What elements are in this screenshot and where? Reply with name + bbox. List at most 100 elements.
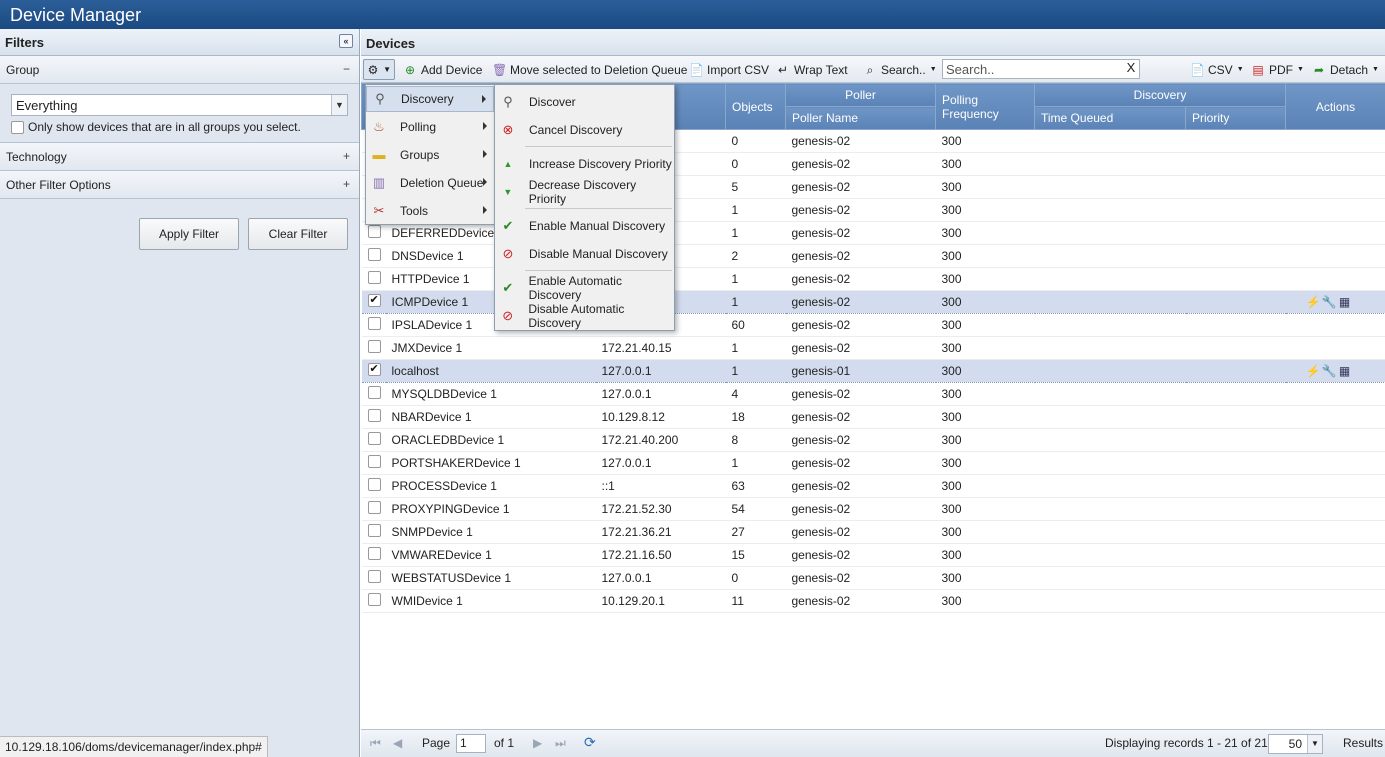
last-page-icon[interactable]: ⏭ xyxy=(555,736,566,751)
actions-cell[interactable]: ⚡ 🔧 ▦ xyxy=(1285,290,1385,314)
table-row[interactable]: SNMPDevice 1 172.21.36.21 27 genesis-02 300 xyxy=(361,520,1385,544)
page-input[interactable]: 1 xyxy=(456,734,486,753)
table-row[interactable]: PROCESSDevice 1::1 63 genesis-02 300 xyxy=(361,474,1385,498)
row-checkbox[interactable] xyxy=(361,313,386,337)
menu-item-disable-manual[interactable]: ⊘ Disable Manual Discovery xyxy=(495,241,674,267)
row-select-checkbox[interactable] xyxy=(367,340,381,353)
row-checkbox[interactable] xyxy=(361,543,386,567)
row-select-checkbox[interactable] xyxy=(367,593,381,606)
actions-cell[interactable] xyxy=(1285,474,1385,498)
csv-export-button[interactable]: 📄 CSV ▼ xyxy=(1187,59,1247,80)
row-select-checkbox[interactable] xyxy=(367,432,381,445)
row-select-checkbox[interactable] xyxy=(367,271,381,284)
row-select-checkbox[interactable] xyxy=(367,293,381,307)
clear-filter-button[interactable]: Clear Filter xyxy=(248,218,348,250)
technology-expand-icon[interactable]: + xyxy=(343,149,350,163)
wrap-text-button[interactable]: ↵ Wrap Text xyxy=(773,59,851,80)
actions-cell[interactable] xyxy=(1285,244,1385,268)
row-select-checkbox[interactable] xyxy=(367,386,381,399)
search-menu-button[interactable]: ⌕ Search.. ▼ xyxy=(860,59,940,80)
row-select-checkbox[interactable] xyxy=(367,248,381,261)
table-row[interactable]: VMWAREDevice 1 172.21.16.50 15 genesis-02 30… xyxy=(361,543,1385,567)
next-page-icon[interactable]: ▶ xyxy=(533,736,542,750)
move-to-deletion-button[interactable]: 🗑 Move selected to Deletion Queue xyxy=(489,59,690,80)
row-checkbox[interactable] xyxy=(361,290,386,314)
table-row[interactable]: localhost127.0.0.11genesis-01300 ⚡🔧▦ xyxy=(361,359,1385,383)
chevron-down-icon[interactable]: ▼ xyxy=(1307,735,1322,753)
actions-cell[interactable] xyxy=(1285,336,1385,360)
other-filter-expand-icon[interactable]: + xyxy=(343,177,350,191)
menu-item-deletion-queue[interactable]: ▥ Deletion Queue xyxy=(366,170,494,196)
search-clear-button[interactable]: X xyxy=(1123,60,1139,78)
actions-cell[interactable]: ⚡ 🔧 ▦ xyxy=(1285,359,1385,383)
results-per-page-select[interactable]: 50 ▼ xyxy=(1268,734,1323,754)
actions-cell[interactable] xyxy=(1285,405,1385,429)
refresh-icon[interactable]: ⟳ xyxy=(584,734,596,751)
actions-cell[interactable] xyxy=(1285,129,1385,153)
row-checkbox[interactable] xyxy=(361,451,386,475)
table-row[interactable]: WMIDevice 1 10.129.20.1 11 genesis-02 300 xyxy=(361,589,1385,613)
row-checkbox[interactable] xyxy=(361,336,386,360)
add-device-button[interactable]: ⊕ Add Device xyxy=(400,59,485,80)
actions-menu-button[interactable]: ⚙ ▼ xyxy=(363,59,395,80)
row-checkbox[interactable] xyxy=(361,382,386,406)
menu-item-enable-automatic[interactable]: ✔ Enable Automatic Discovery xyxy=(495,274,674,302)
actions-cell[interactable] xyxy=(1285,198,1385,222)
row-checkbox[interactable] xyxy=(361,244,386,268)
row-checkbox[interactable] xyxy=(361,497,386,521)
actions-cell[interactable] xyxy=(1285,589,1385,613)
row-select-checkbox[interactable] xyxy=(367,225,381,238)
discover-now-icon[interactable]: ⚡ xyxy=(1306,364,1321,378)
poller-name-column-header[interactable]: Poller Name xyxy=(785,106,936,130)
row-select-checkbox[interactable] xyxy=(367,547,381,560)
group-select[interactable]: Everything ▼ xyxy=(11,94,348,116)
row-checkbox[interactable] xyxy=(361,589,386,613)
row-checkbox[interactable] xyxy=(361,474,386,498)
row-checkbox[interactable] xyxy=(361,359,386,383)
technology-section-header[interactable]: Technology + xyxy=(0,143,359,171)
menu-item-discovery[interactable]: ⚲ Discovery xyxy=(366,86,494,112)
actions-cell[interactable] xyxy=(1285,175,1385,199)
table-row[interactable]: ORACLEDBDevice 1 172.21.40.200 8 genesis-02… xyxy=(361,428,1385,452)
view-events-icon[interactable]: ▦ xyxy=(1338,295,1352,309)
chevron-down-icon[interactable]: ▼ xyxy=(331,95,347,115)
table-row[interactable]: JMXDevice 1 172.21.40.15 1 genesis-02 300 xyxy=(361,336,1385,360)
menu-item-tools[interactable]: ✂ Tools xyxy=(366,198,494,224)
row-select-checkbox[interactable] xyxy=(367,524,381,537)
row-checkbox[interactable] xyxy=(361,267,386,291)
actions-cell[interactable] xyxy=(1285,267,1385,291)
apply-filter-button[interactable]: Apply Filter xyxy=(139,218,239,250)
view-events-icon[interactable]: ▦ xyxy=(1338,364,1352,378)
other-filter-section-header[interactable]: Other Filter Options + xyxy=(0,171,359,199)
only-all-groups-checkbox[interactable] xyxy=(11,120,24,134)
actions-cell[interactable] xyxy=(1285,313,1385,337)
menu-item-discover[interactable]: ⚲ Discover xyxy=(495,89,674,115)
actions-cell[interactable] xyxy=(1285,382,1385,406)
time-queued-column-header[interactable]: Time Queued xyxy=(1034,106,1186,130)
objects-column-header[interactable]: Objects xyxy=(725,83,786,130)
edit-device-icon[interactable]: 🔧 xyxy=(1322,295,1337,309)
actions-cell[interactable] xyxy=(1285,543,1385,567)
row-select-checkbox[interactable] xyxy=(367,317,381,330)
table-row[interactable]: WEBSTATUSDevice 1 127.0.0.1 0 genesis-02 300 xyxy=(361,566,1385,590)
group-collapse-icon[interactable]: − xyxy=(343,62,350,76)
menu-item-cancel-discovery[interactable]: ⊗ Cancel Discovery xyxy=(495,117,674,143)
menu-item-decrease-priority[interactable]: ▼ Decrease Discovery Priority xyxy=(495,178,674,206)
actions-cell[interactable] xyxy=(1285,451,1385,475)
collapse-panel-icon[interactable]: « xyxy=(339,34,353,48)
row-checkbox[interactable] xyxy=(361,520,386,544)
table-row[interactable]: MYSQLDBDevice 1 127.0.0.1 4 genesis-02 300 xyxy=(361,382,1385,406)
menu-item-enable-manual[interactable]: ✔ Enable Manual Discovery xyxy=(495,213,674,239)
row-checkbox[interactable] xyxy=(361,566,386,590)
prev-page-icon[interactable]: ◀ xyxy=(393,736,402,750)
menu-item-groups[interactable]: ▬ Groups xyxy=(366,142,494,168)
polling-frequency-column-header[interactable]: Polling Frequency xyxy=(935,83,1035,130)
actions-cell[interactable] xyxy=(1285,566,1385,590)
row-select-checkbox[interactable] xyxy=(367,570,381,583)
group-section-header[interactable]: Group − xyxy=(0,56,359,84)
actions-cell[interactable] xyxy=(1285,221,1385,245)
actions-cell[interactable] xyxy=(1285,497,1385,521)
table-row[interactable]: NBARDevice 1 10.129.8.12 18 genesis-02 300 xyxy=(361,405,1385,429)
table-row[interactable]: PROXYPINGDevice 1 172.21.52.30 54 genesis-0… xyxy=(361,497,1385,521)
first-page-icon[interactable]: ⏮ xyxy=(370,736,381,751)
